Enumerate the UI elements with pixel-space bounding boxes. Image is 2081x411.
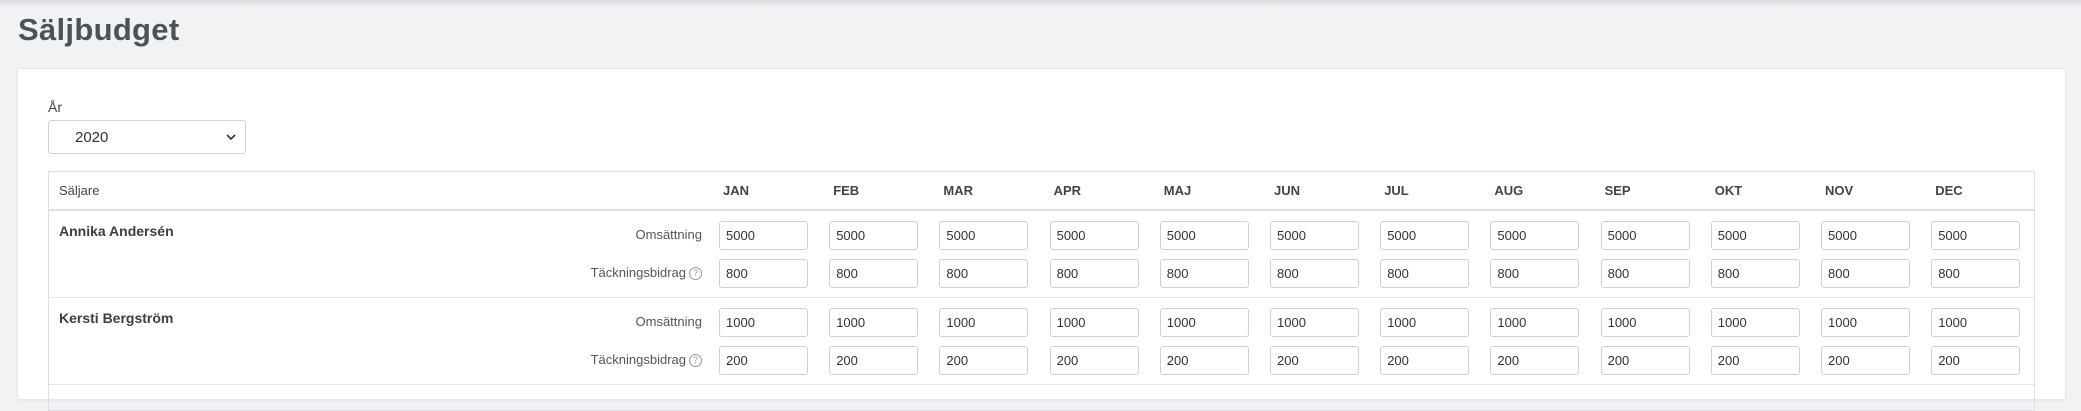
omsattning-label: Omsättning	[635, 227, 702, 242]
omsattning-input-maj[interactable]	[1159, 221, 1249, 250]
help-circle-icon[interactable]: ?	[689, 267, 702, 280]
tackning-input-jul[interactable]	[1380, 259, 1470, 288]
tackning-input-feb[interactable]	[829, 259, 919, 288]
tackning-input-mar[interactable]	[939, 259, 1029, 288]
tackning-input-maj[interactable]	[1159, 346, 1249, 375]
omsattning-input-jul[interactable]	[1380, 308, 1470, 337]
omsattning-input-nov[interactable]	[1821, 308, 1910, 337]
chevron-down-icon	[226, 134, 236, 141]
year-select-value: 2020	[75, 129, 109, 146]
month-header-feb: FEB	[833, 183, 860, 198]
omsattning-input-maj[interactable]	[1159, 308, 1249, 337]
month-header-aug: AUG	[1494, 183, 1524, 198]
table-header: Säljare JAN FEB MAR APR MAJ JUN JUL AUG SEP OKT NO…	[49, 172, 2034, 211]
seller-name: Kersti Bergström	[59, 310, 174, 326]
omsattning-input-jan[interactable]	[719, 308, 808, 337]
tackning-input-feb[interactable]	[829, 346, 919, 375]
omsattning-input-okt[interactable]	[1710, 221, 1800, 250]
omsattning-input-jun[interactable]	[1270, 221, 1359, 250]
topbar-shadow	[0, 0, 2081, 8]
month-header-jul: JUL	[1384, 183, 1409, 198]
tackning-input-jan[interactable]	[719, 346, 808, 375]
month-header-nov: NOV	[1825, 183, 1854, 198]
seller-name: Annika Andersén	[59, 223, 174, 239]
month-header-sep: SEP	[1604, 183, 1631, 198]
year-select[interactable]: 2020	[48, 120, 246, 154]
tackningsbidrag-label: Täckningsbidrag?	[591, 352, 702, 367]
month-header-mar: MAR	[943, 183, 973, 198]
tackning-input-apr[interactable]	[1049, 259, 1139, 288]
tackning-input-okt[interactable]	[1710, 346, 1800, 375]
omsattning-input-jan[interactable]	[719, 221, 808, 250]
tackning-input-sep[interactable]	[1600, 259, 1690, 288]
tackning-input-jun[interactable]	[1270, 259, 1359, 288]
tackning-input-maj[interactable]	[1159, 259, 1249, 288]
omsattning-input-feb[interactable]	[829, 308, 919, 337]
tackning-input-aug[interactable]	[1490, 346, 1580, 375]
year-label: År	[48, 99, 62, 115]
tackning-input-nov[interactable]	[1821, 259, 1910, 288]
omsattning-input-nov[interactable]	[1821, 221, 1910, 250]
omsattning-input-dec[interactable]	[1931, 308, 2021, 337]
budget-card: År 2020 Säljare JAN FEB MAR APR MAJ JUN JUL AUG…	[17, 68, 2066, 411]
omsattning-input-mar[interactable]	[939, 221, 1029, 250]
month-header-jun: JUN	[1274, 183, 1301, 198]
tackning-input-nov[interactable]	[1821, 346, 1910, 375]
budget-table: Säljare JAN FEB MAR APR MAJ JUN JUL AUG SEP OKT NO…	[48, 171, 2035, 411]
omsattning-input-apr[interactable]	[1049, 308, 1139, 337]
omsattning-input-sep[interactable]	[1600, 221, 1690, 250]
help-circle-icon[interactable]: ?	[689, 354, 702, 367]
omsattning-input-okt[interactable]	[1710, 308, 1800, 337]
omsattning-input-dec[interactable]	[1931, 221, 2021, 250]
page-title: Säljbudget	[18, 12, 180, 47]
omsattning-input-feb[interactable]	[829, 221, 919, 250]
tackning-input-dec[interactable]	[1931, 346, 2021, 375]
tackning-input-aug[interactable]	[1490, 259, 1580, 288]
table-row: Kersti Bergström Omsättning Täckningsbidra…	[49, 298, 2034, 385]
omsattning-input-jun[interactable]	[1270, 308, 1359, 337]
tackningsbidrag-label-text: Täckningsbidrag	[590, 265, 686, 280]
tackning-input-okt[interactable]	[1710, 259, 1800, 288]
omsattning-input-aug[interactable]	[1490, 308, 1580, 337]
tackning-input-jan[interactable]	[719, 259, 808, 288]
tackning-input-dec[interactable]	[1931, 259, 2021, 288]
omsattning-label: Omsättning	[635, 314, 702, 329]
omsattning-input-jul[interactable]	[1380, 221, 1470, 250]
month-header-apr: APR	[1053, 183, 1082, 198]
omsattning-input-apr[interactable]	[1049, 221, 1139, 250]
tackningsbidrag-label: Täckningsbidrag?	[591, 265, 702, 280]
tackning-input-mar[interactable]	[939, 346, 1029, 375]
omsattning-input-aug[interactable]	[1490, 221, 1580, 250]
month-header-maj: MAJ	[1163, 183, 1192, 198]
tackningsbidrag-label-text: Täckningsbidrag	[590, 352, 686, 367]
month-header-okt: OKT	[1714, 183, 1743, 198]
table-row: Annika Andersén Omsättning Täckningsbidrag…	[49, 211, 2034, 298]
tackning-input-jun[interactable]	[1270, 346, 1359, 375]
omsattning-input-mar[interactable]	[939, 308, 1029, 337]
tackning-input-apr[interactable]	[1049, 346, 1139, 375]
seller-column-header: Säljare	[59, 183, 100, 198]
omsattning-input-sep[interactable]	[1600, 308, 1690, 337]
month-header-jan: JAN	[723, 183, 750, 198]
month-header-dec: DEC	[1935, 183, 1963, 198]
tackning-input-jul[interactable]	[1380, 346, 1470, 375]
tackning-input-sep[interactable]	[1600, 346, 1690, 375]
